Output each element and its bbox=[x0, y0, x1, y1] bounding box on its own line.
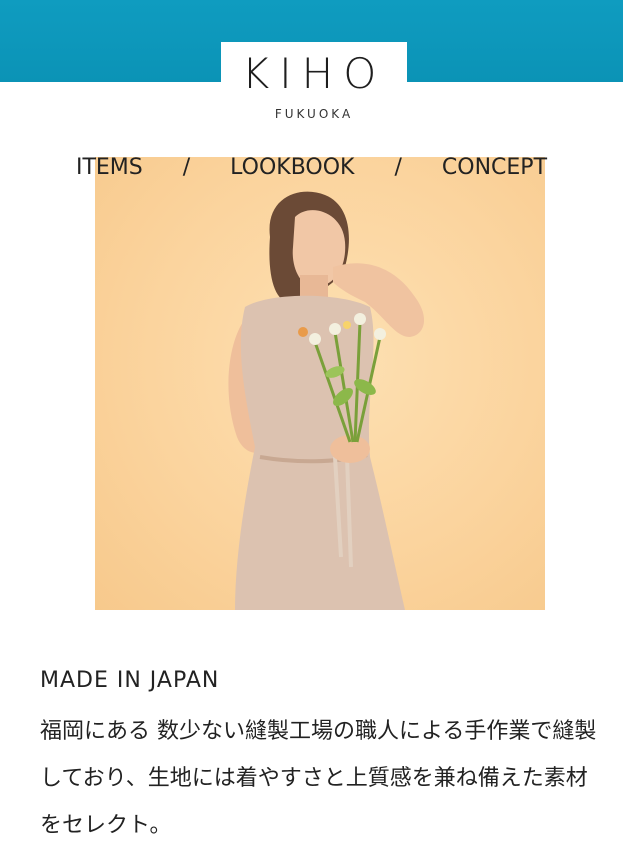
woman-holding-flowers-illustration bbox=[228, 191, 425, 610]
section-title: MADE IN JAPAN bbox=[40, 668, 220, 693]
nav-separator: / bbox=[182, 154, 191, 180]
nav-item-concept[interactable]: CONCEPT bbox=[442, 155, 547, 180]
brand-logo-text: KIHO bbox=[241, 49, 387, 98]
section-body: 福岡にある 数少ない縫製工場の職人による手作業で縫製しており、生地には着やすさと… bbox=[40, 719, 597, 838]
brand-location: FUKUOKA bbox=[274, 107, 354, 121]
logo[interactable]: KIHO FUKUOKA bbox=[221, 42, 407, 124]
hero-image bbox=[95, 157, 545, 610]
nav-item-lookbook[interactable]: LOOKBOOK bbox=[230, 155, 354, 180]
nav-item-items[interactable]: ITEMS bbox=[76, 155, 143, 180]
nav-separator: / bbox=[394, 154, 402, 180]
main-nav: ITEMS / LOOKBOOK / CONCEPT bbox=[0, 150, 623, 184]
